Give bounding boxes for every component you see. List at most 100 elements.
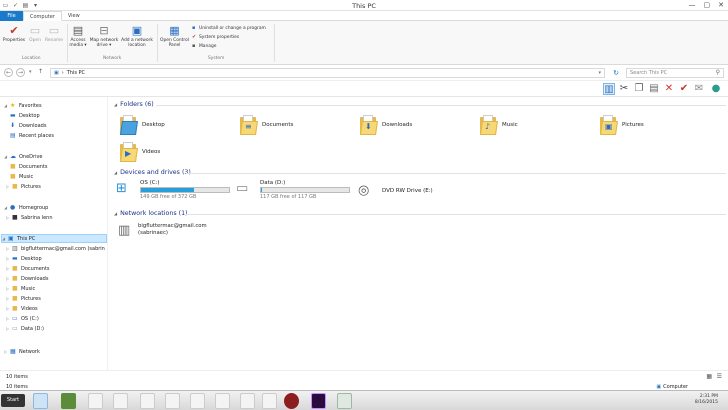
- forward-button[interactable]: →: [16, 68, 25, 77]
- open-control-panel-button[interactable]: ▦ Open Control Panel: [158, 24, 191, 48]
- address-field[interactable]: ▣ › This PC ▾: [50, 68, 605, 78]
- start-button[interactable]: Start: [1, 394, 25, 407]
- folder-documents[interactable]: ≡ Documents: [240, 115, 293, 135]
- media-taskbar-icon[interactable]: [284, 393, 299, 409]
- document-taskbar-icon[interactable]: [190, 393, 205, 409]
- nav-favorites[interactable]: ◢ ★ Favorites: [4, 101, 42, 110]
- manage-button[interactable]: ▪ Manage: [192, 44, 216, 50]
- nav-item-onedrive-pictures[interactable]: ▷ ■ Pictures: [6, 182, 41, 191]
- section-collapse-icon[interactable]: ◢: [114, 170, 117, 175]
- nav-item-pc-pictures[interactable]: ▷ ■ Pictures: [6, 294, 41, 303]
- properties-button[interactable]: ✔ Properties: [3, 24, 25, 43]
- globe-icon[interactable]: ●: [710, 83, 722, 95]
- expand-arrow-icon[interactable]: ▷: [6, 316, 10, 321]
- document-taskbar-icon[interactable]: [165, 393, 180, 409]
- document-taskbar-icon[interactable]: [240, 393, 255, 409]
- large-icons-view-icon[interactable]: ▦: [706, 373, 712, 380]
- document-taskbar-icon[interactable]: [215, 393, 230, 409]
- refresh-icon[interactable]: ↻: [611, 68, 621, 78]
- nav-this-pc[interactable]: ◢ ▣ This PC: [1, 234, 107, 243]
- expand-arrow-icon[interactable]: ▷: [6, 306, 10, 311]
- folder-pictures[interactable]: ▣ Pictures: [600, 115, 644, 135]
- folder-desktop[interactable]: Desktop: [120, 115, 165, 135]
- maximize-button[interactable]: ▢: [704, 1, 711, 9]
- document-taskbar-icon[interactable]: [140, 393, 155, 409]
- drive-os-c[interactable]: ⊞ OS (C:) 149 GB free of 372 GB: [116, 180, 230, 200]
- expand-arrow-icon[interactable]: ▷: [6, 184, 10, 189]
- photo-taskbar-icon[interactable]: [337, 393, 352, 409]
- paste-icon[interactable]: ▤: [648, 83, 660, 95]
- network-locations-section-header[interactable]: ◢ Network locations (1): [114, 210, 188, 217]
- premiere-taskbar-icon[interactable]: [311, 393, 326, 409]
- expand-arrow-icon[interactable]: ▷: [6, 215, 10, 220]
- drive-dvd-e[interactable]: ◎ DVD RW Drive (E:): [358, 182, 433, 198]
- back-button[interactable]: ←: [4, 68, 13, 77]
- folder-music[interactable]: ♪ Music: [480, 115, 518, 135]
- expand-arrow-icon[interactable]: ▷: [6, 276, 10, 281]
- copy-icon[interactable]: ❐: [633, 83, 645, 95]
- document-taskbar-icon[interactable]: [113, 393, 128, 409]
- expand-arrow-icon[interactable]: ▷: [6, 326, 10, 331]
- collapse-arrow-icon[interactable]: ◢: [4, 154, 8, 159]
- nav-item-data-d[interactable]: ▷ ▭ Data (D:): [6, 324, 44, 333]
- map-network-drive-button[interactable]: ⊟ Map network drive ▾: [89, 24, 119, 48]
- nav-item-pc-videos[interactable]: ▷ ■ Videos: [6, 304, 38, 313]
- nav-item-onedrive-music[interactable]: ■ Music: [10, 172, 33, 181]
- nav-item-os-c[interactable]: ▷ ▭ OS (C:): [6, 314, 39, 323]
- nav-item-pc-downloads[interactable]: ▷ ■ Downloads: [6, 274, 48, 283]
- open-button[interactable]: ▭ Open: [27, 24, 43, 43]
- collapse-arrow-icon[interactable]: ◢: [4, 103, 8, 108]
- minecraft-taskbar-icon[interactable]: [61, 393, 76, 409]
- nav-item-pc-desktop[interactable]: ▷ ▬ Desktop: [6, 254, 42, 263]
- search-input[interactable]: Search This PC ⚲: [626, 68, 724, 78]
- collapse-arrow-icon[interactable]: ◢: [4, 205, 8, 210]
- expand-arrow-icon[interactable]: ▷: [6, 286, 10, 291]
- rename-button[interactable]: ▭ Rename: [44, 24, 64, 43]
- folders-section-header[interactable]: ◢ Folders (6): [114, 101, 154, 108]
- network-location-item[interactable]: ▥ bigfluttermac@gmail.com (sabrinaec): [118, 222, 207, 238]
- address-dropdown-icon[interactable]: ▾: [598, 70, 601, 76]
- uninstall-program-button[interactable]: ▪ Uninstall or change a program: [192, 26, 266, 32]
- drive-data-d[interactable]: ▭ Data (D:) 117 GB free of 117 GB: [236, 180, 350, 200]
- system-properties-button[interactable]: ✔ System properties: [192, 35, 239, 41]
- properties-toolbar-icon[interactable]: ✔: [678, 83, 690, 95]
- nav-network[interactable]: ▷ ▦ Network: [4, 347, 40, 356]
- nav-item-desktop[interactable]: ▬ Desktop: [10, 111, 40, 120]
- add-network-location-button[interactable]: ▣ Add a network location: [120, 24, 154, 48]
- folder-videos[interactable]: ▶ Videos: [120, 142, 160, 162]
- expand-arrow-icon[interactable]: ▷: [6, 266, 10, 271]
- expand-arrow-icon[interactable]: ▷: [4, 349, 8, 354]
- delete-icon[interactable]: ✕: [663, 83, 675, 95]
- document-taskbar-icon[interactable]: [88, 393, 103, 409]
- expand-arrow-icon[interactable]: ▷: [6, 246, 10, 251]
- tab-file[interactable]: File: [0, 11, 23, 21]
- devices-section-header[interactable]: ◢ Devices and drives (3): [114, 169, 191, 176]
- recent-locations-icon[interactable]: ▾: [29, 69, 32, 75]
- cut-icon[interactable]: ✂: [618, 83, 630, 95]
- explorer-taskbar-icon[interactable]: [33, 393, 48, 409]
- nav-item-homegroup-user[interactable]: ▷ ■ Sabrina lenn: [6, 213, 52, 222]
- section-collapse-icon[interactable]: ◢: [114, 211, 117, 216]
- mail-icon[interactable]: ✉: [693, 83, 705, 95]
- expand-arrow-icon[interactable]: ▷: [6, 256, 10, 261]
- preview-pane-icon[interactable]: ▥: [603, 83, 615, 95]
- nav-item-onedrive-documents[interactable]: ■ Documents: [10, 162, 48, 171]
- tab-view[interactable]: View: [62, 11, 86, 21]
- document-taskbar-icon[interactable]: [262, 393, 277, 409]
- close-button[interactable]: ✕: [718, 1, 724, 9]
- minimize-button[interactable]: —: [689, 1, 696, 9]
- nav-item-pc-documents[interactable]: ▷ ■ Documents: [6, 264, 50, 273]
- expand-arrow-icon[interactable]: ▷: [6, 296, 10, 301]
- tab-computer[interactable]: Computer: [23, 11, 62, 21]
- nav-item-pc-music[interactable]: ▷ ■ Music: [6, 284, 35, 293]
- nav-homegroup[interactable]: ◢ ● Homegroup: [4, 203, 48, 212]
- folder-downloads[interactable]: ⬇ Downloads: [360, 115, 412, 135]
- breadcrumb-this-pc[interactable]: This PC: [67, 70, 85, 76]
- nav-item-downloads[interactable]: ⬇ Downloads: [10, 121, 46, 130]
- section-collapse-icon[interactable]: ◢: [114, 102, 117, 107]
- nav-item-network-location[interactable]: ▷ ▥ bigfluttermac@gmail.com (sabrin: [6, 244, 105, 253]
- details-view-icon[interactable]: ☰: [717, 373, 722, 380]
- nav-onedrive[interactable]: ◢ ☁ OneDrive: [4, 152, 43, 161]
- collapse-arrow-icon[interactable]: ◢: [2, 236, 6, 241]
- access-media-button[interactable]: ▤ Access media ▾: [69, 24, 87, 48]
